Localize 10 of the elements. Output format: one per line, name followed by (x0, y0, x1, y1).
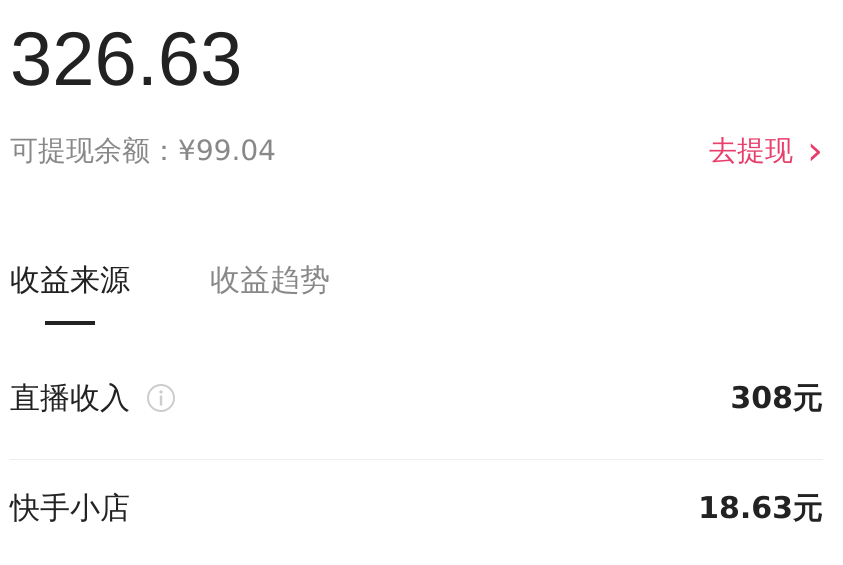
info-icon[interactable] (146, 383, 176, 413)
tab[interactable]: 收益趋势 (210, 260, 330, 325)
total-amount: 326.63 (10, 16, 244, 104)
withdraw-link[interactable]: 去提现 › (709, 131, 823, 171)
tab[interactable]: 收益来源 (10, 260, 130, 325)
withdrawable-balance: 可提现余额：¥99.04 (10, 133, 276, 169)
income-value: 308元 (730, 380, 823, 418)
income-label: 快手小店 (10, 490, 130, 528)
income-label: 直播收入 (10, 380, 130, 418)
income-value: 18.63元 (698, 490, 823, 528)
